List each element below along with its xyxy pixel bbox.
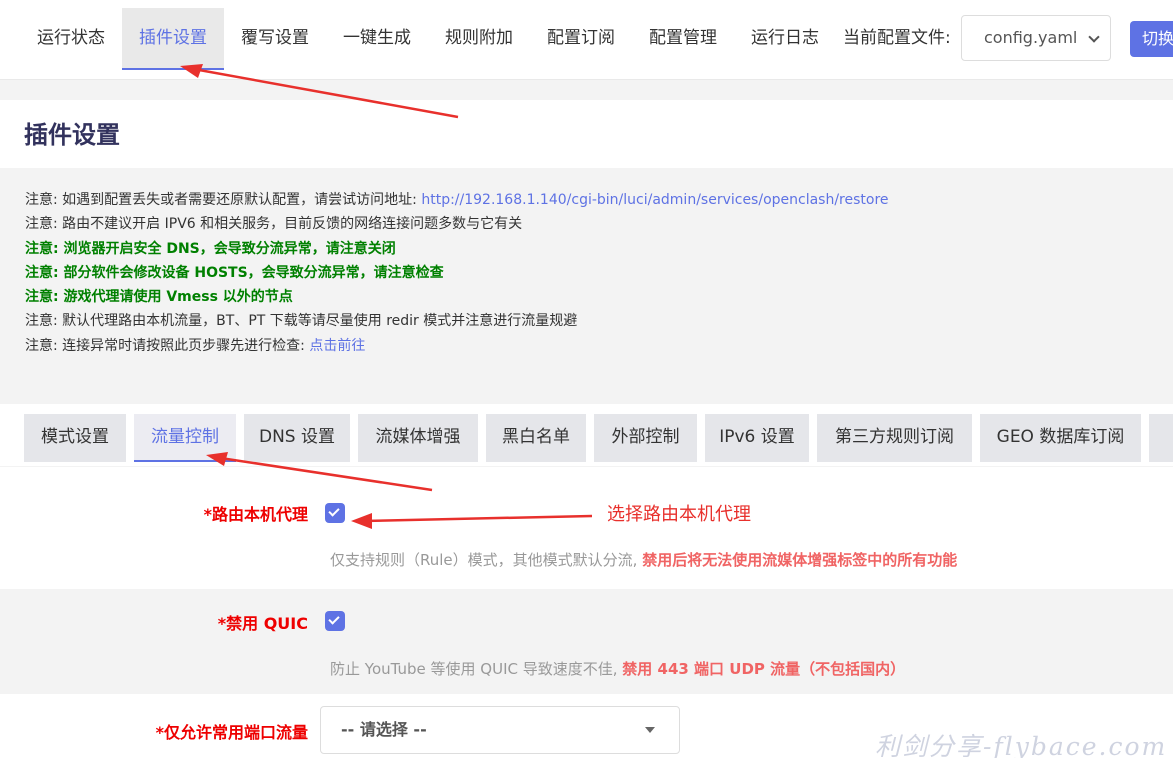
arrow-to-plugin-settings xyxy=(180,64,459,119)
arrow-to-traffic-tab xyxy=(206,452,433,492)
annotation-arrows xyxy=(180,64,593,529)
arrow-to-checkbox xyxy=(351,513,593,529)
watermark: 利剑分享-flybace.com xyxy=(875,732,1168,758)
annotation-text: 选择路由本机代理 xyxy=(607,504,751,525)
